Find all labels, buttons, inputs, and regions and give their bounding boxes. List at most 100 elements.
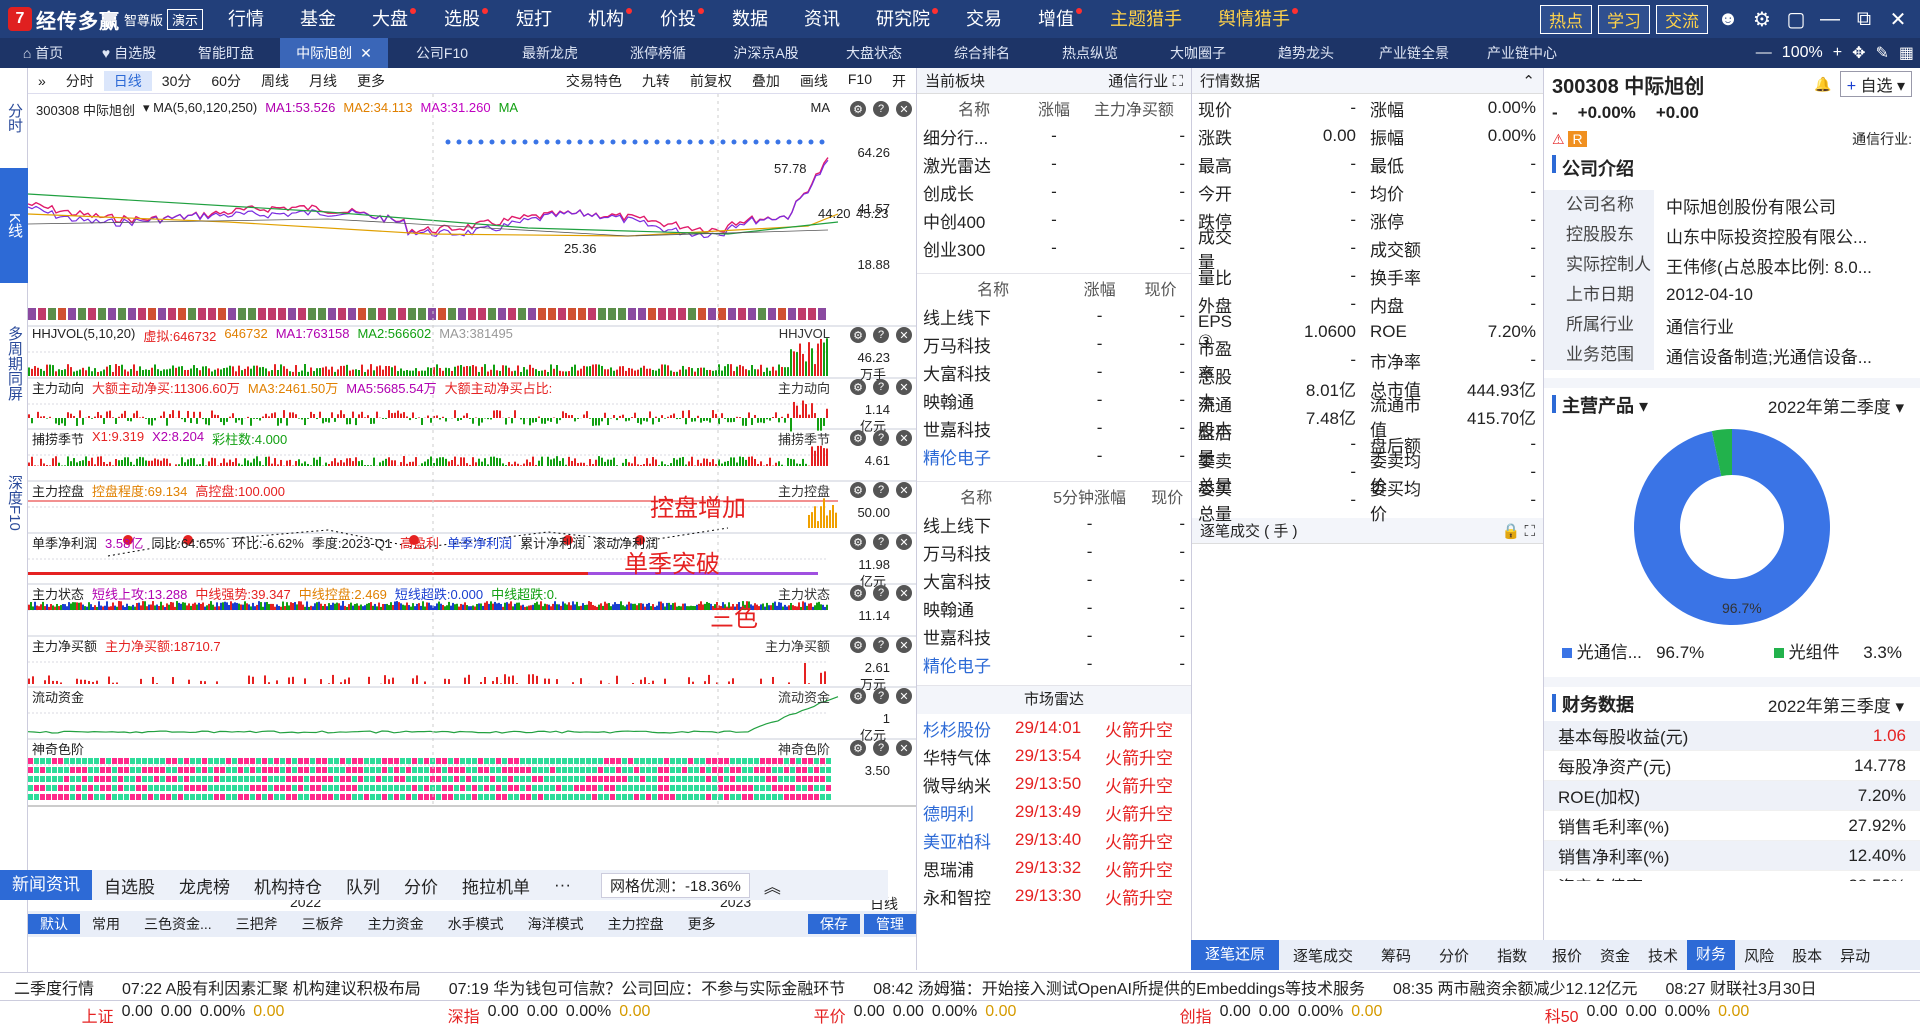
menu-item-3[interactable]: 选股	[426, 0, 498, 38]
menu-item-11[interactable]: 增值	[1020, 0, 1092, 38]
collapse-icon[interactable]: ︽	[764, 873, 781, 898]
table-row[interactable]: 创业300- -	[917, 234, 1191, 262]
menu-item-0[interactable]: 行情	[210, 0, 282, 38]
help-icon[interactable]: ?	[873, 379, 889, 395]
quote-tab-2[interactable]: 筹码	[1367, 945, 1425, 966]
table-row[interactable]: 激光雷达 - -	[917, 150, 1191, 178]
table-row[interactable]: 中创400- -	[917, 206, 1191, 234]
zoom-in-icon[interactable]: +	[1833, 44, 1842, 62]
minimize-icon[interactable]: —	[1816, 5, 1844, 33]
close-icon[interactable]: ✕	[1884, 5, 1912, 33]
tab-14[interactable]: 产业链中心	[1468, 38, 1576, 68]
period-1[interactable]: 日线	[103, 70, 152, 91]
settings-icon[interactable]: ⚙	[850, 379, 866, 395]
tab-10[interactable]: 热点纵览	[1036, 38, 1144, 68]
ma-dropdown[interactable]: ▾ MA(5,60,120,250)	[143, 100, 257, 119]
index-item[interactable]: 深指 0.00 0.00 0.00% 0.00	[366, 1003, 732, 1027]
close-icon[interactable]: ✕	[896, 534, 912, 550]
table-row[interactable]: 映翰通 - -	[917, 386, 1191, 414]
warning-icon[interactable]: ⚠	[1552, 131, 1565, 147]
news-tab-3[interactable]: 机构持仓	[242, 873, 334, 898]
bell-icon[interactable]: 🔔	[1814, 76, 1831, 93]
save-button[interactable]: 保存	[808, 914, 860, 934]
period-2[interactable]: 30分	[152, 71, 202, 91]
ticker-item[interactable]: 07:19 华为钱包可信款？公司回应：不参与实际金融环节	[449, 975, 846, 999]
tab-9[interactable]: 综合排名	[928, 38, 1036, 68]
table-row[interactable]: 精伦电子 - -	[917, 650, 1191, 678]
tab-8[interactable]: 大盘状态	[820, 38, 928, 68]
expand-icon[interactable]: ⛶	[1172, 73, 1183, 90]
restore-icon[interactable]: ⧉	[1850, 5, 1878, 33]
table-row[interactable]: 大富科技 - -	[917, 358, 1191, 386]
tab-7[interactable]: 沪深京A股	[712, 38, 820, 68]
manage-button[interactable]: 管理	[864, 914, 916, 934]
learn-button[interactable]: 学习	[1598, 4, 1650, 34]
info-tab-1[interactable]: 资金	[1591, 945, 1639, 966]
info-tab-0[interactable]: 报价	[1543, 945, 1591, 966]
news-tab-7[interactable]: ···	[542, 875, 583, 895]
info-tab-6[interactable]: 异动	[1831, 945, 1879, 966]
zoom-out-icon[interactable]: —	[1756, 44, 1772, 62]
settings-icon[interactable]: ⚙	[850, 534, 866, 550]
tab-11[interactable]: 大咖圈子	[1144, 38, 1252, 68]
chart-tool-2[interactable]: 前复权	[680, 71, 742, 91]
chart-tool-4[interactable]: 画线	[790, 71, 838, 91]
period-5[interactable]: 月线	[299, 71, 347, 91]
index-item[interactable]: 平价 0.00 0.00 0.00% 0.00	[732, 1003, 1098, 1027]
menu-item-2[interactable]: 大盘	[354, 0, 426, 38]
chart-tool-3[interactable]: 叠加	[742, 71, 790, 91]
info-tab-4[interactable]: 风险	[1735, 945, 1783, 966]
radar-row[interactable]: 永和智控 29/13:30 火箭升空	[917, 882, 1191, 910]
close-icon[interactable]: ✕	[896, 101, 912, 117]
index-item[interactable]: 科50 0.00 0.00 0.00% 0.00	[1464, 1003, 1830, 1027]
help-icon[interactable]: ?	[873, 637, 889, 653]
settings-icon[interactable]: ⚙	[850, 585, 866, 601]
template-7[interactable]: 海洋模式	[516, 914, 596, 934]
close-icon[interactable]: ✕	[896, 740, 912, 756]
settings-icon[interactable]: ⚙	[850, 482, 866, 498]
pencil-icon[interactable]: ✎	[1875, 43, 1888, 63]
tab-12[interactable]: 趋势龙头	[1252, 38, 1360, 68]
ticker-item[interactable]: 08:42 汤姆猫：开始接入测试OpenAI所提供的Embeddings等技术服…	[873, 975, 1365, 999]
tab-1[interactable]: ♥ 自选股	[86, 38, 172, 68]
period-0[interactable]: 分时	[56, 71, 104, 91]
menu-item-5[interactable]: 机构	[570, 0, 642, 38]
table-row[interactable]: 大富科技 - -	[917, 566, 1191, 594]
table-row[interactable]: 创成长 - -	[917, 178, 1191, 206]
news-tab-4[interactable]: 队列	[334, 873, 392, 898]
settings-icon[interactable]: ⚙	[850, 327, 866, 343]
help-icon[interactable]: ?	[873, 585, 889, 601]
grid-optimize-box[interactable]: 网格优测：-18.36%	[600, 872, 750, 898]
menu-item-12[interactable]: 主题猎手	[1092, 0, 1200, 38]
period-3[interactable]: 60分	[201, 71, 251, 91]
radar-row[interactable]: 华特气体 29/13:54 火箭升空	[917, 742, 1191, 770]
close-icon[interactable]: ✕	[896, 688, 912, 704]
radar-row[interactable]: 微导纳米 29/13:50 火箭升空	[917, 770, 1191, 798]
menu-item-9[interactable]: 研究院	[858, 0, 948, 38]
help-icon[interactable]: ?	[873, 101, 889, 117]
chart-tool-5[interactable]: F10	[838, 71, 882, 91]
news-tab-2[interactable]: 龙虎榜	[167, 873, 242, 898]
template-9[interactable]: 更多	[676, 914, 728, 934]
chart-tool-1[interactable]: 九转	[632, 71, 680, 91]
settings-icon[interactable]: ⚙	[850, 637, 866, 653]
radar-row[interactable]: 杉杉股份 29/14:01 火箭升空	[917, 714, 1191, 742]
user-icon[interactable]: ☻	[1714, 5, 1742, 33]
settings-icon[interactable]: ⚙	[850, 101, 866, 117]
product-period-dropdown[interactable]: 2022年第二季度 ▾	[1768, 393, 1904, 418]
settings-icon[interactable]: ⚙	[850, 740, 866, 756]
template-6[interactable]: 水手模式	[436, 914, 516, 934]
news-tab-5[interactable]: 分价	[392, 873, 450, 898]
collapse-up-icon[interactable]: ⌃	[1522, 72, 1535, 90]
hot-button[interactable]: 热点	[1540, 4, 1592, 34]
index-item[interactable]: 创指 0.00 0.00 0.00% 0.00	[1098, 1003, 1464, 1027]
radar-row[interactable]: 思瑞浦 29/13:32 火箭升空	[917, 854, 1191, 882]
close-icon[interactable]: ✕	[896, 585, 912, 601]
view-kline[interactable]: K线	[0, 168, 28, 283]
help-icon[interactable]: ?	[873, 482, 889, 498]
ticker-item[interactable]: 二季度行情	[14, 975, 94, 999]
collapse-icon[interactable]: »	[28, 73, 56, 89]
menu-item-10[interactable]: 交易	[948, 0, 1020, 38]
news-tab-1[interactable]: 自选股	[92, 873, 167, 898]
table-row[interactable]: 世嘉科技 - -	[917, 414, 1191, 442]
